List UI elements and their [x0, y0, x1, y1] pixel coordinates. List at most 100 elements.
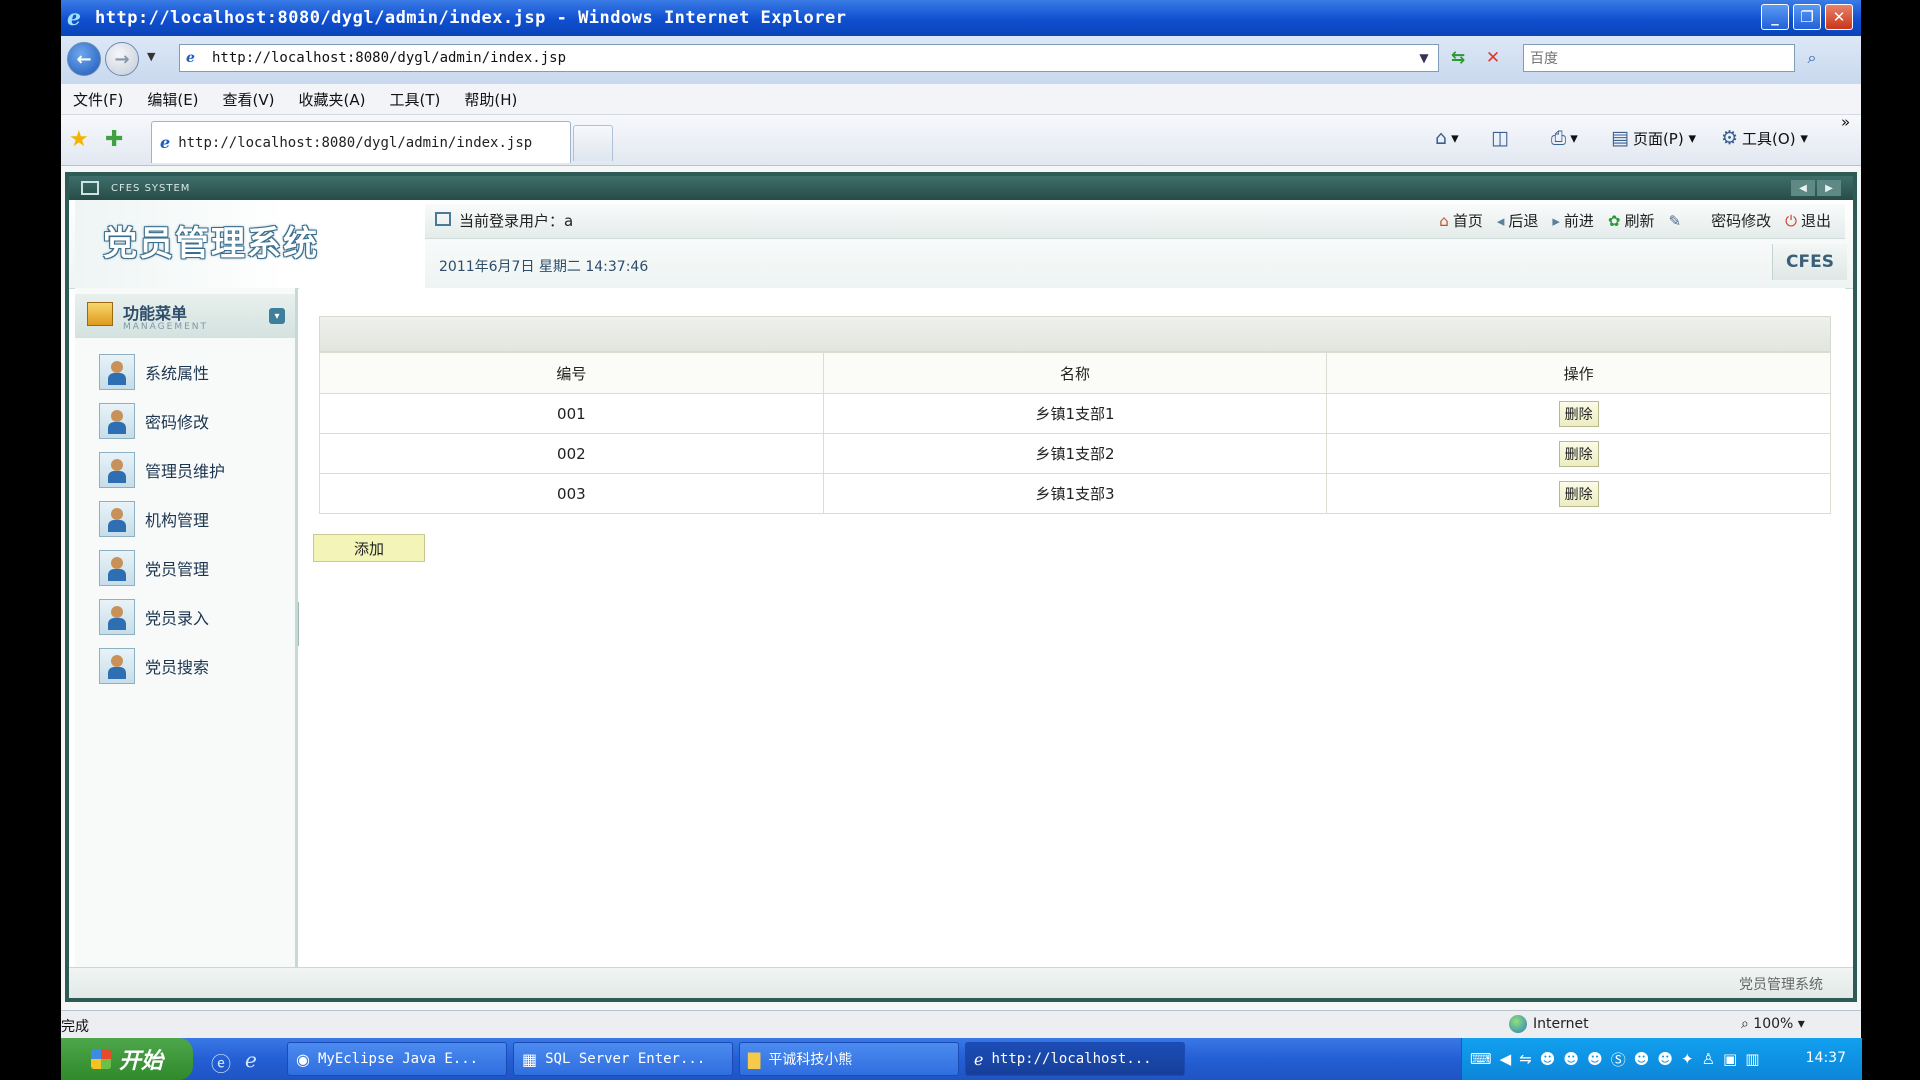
qq-icon[interactable]: ☻ [1540, 1050, 1556, 1068]
favorites-star-icon[interactable]: ★ [69, 127, 89, 152]
search-input[interactable] [1528, 46, 1772, 72]
qq-icon[interactable]: ☻ [1634, 1050, 1650, 1068]
menu-file[interactable]: 文件(F) [73, 89, 123, 110]
tray-user-icon[interactable]: ♙ [1702, 1050, 1715, 1068]
history-dropdown-icon[interactable]: ▼ [147, 50, 155, 63]
tab-bar: ★ ✚ e http://localhost:8080/dygl/admin/i… [61, 113, 1861, 166]
new-tab-button[interactable] [573, 125, 613, 161]
home-command[interactable]: ⌂ ▾ [1435, 127, 1459, 149]
zoom-control[interactable]: ⌕ 100% ▾ [1741, 1016, 1805, 1032]
sidebar-item-label: 管理员维护 [145, 462, 226, 481]
cell-action: 删除 [1326, 433, 1831, 474]
search-icon[interactable]: ⌕ [1799, 46, 1825, 70]
home-icon: ⌂ [1435, 127, 1448, 149]
input-method-icon[interactable]: Ⓢ [1611, 1049, 1626, 1070]
user-card-icon [99, 550, 135, 586]
sidebar-item-label: 密码修改 [145, 413, 210, 432]
app-header: 党员管理系统 当前登录用户：a ⌂ 首页 ◂ 后退 ▸ 前进 ✿ 刷新 ✎ 密码修改 ⏻ 退… [69, 200, 1853, 289]
tab-current[interactable]: e http://localhost:8080/dygl/admin/index… [151, 121, 571, 163]
app-frame: CFES SYSTEM ◀ ▶ 党员管理系统 当前登录用户：a ⌂ 首页 ◂ 后退 … [65, 172, 1857, 1002]
sidebar-item-organizations[interactable]: 机构管理 [99, 499, 209, 539]
url-dropdown-icon[interactable]: ▼ [1414, 48, 1434, 68]
add-favorite-icon[interactable]: ✚ [105, 127, 123, 152]
user-card-icon [99, 452, 135, 488]
menu-edit[interactable]: 编辑(E) [147, 89, 198, 110]
tab-page-icon: e [160, 133, 171, 152]
print-command[interactable]: ⎙ ▾ [1551, 127, 1578, 149]
sidebar-item-label: 机构管理 [145, 511, 210, 530]
tray-arrow-icon[interactable]: ◀ [1500, 1050, 1512, 1068]
main-content: 编号 名称 操作 001 乡镇1支部1 删除 002 乡镇1支部2 删除 003… [299, 288, 1845, 968]
menu-favorites[interactable]: 收藏夹(A) [299, 89, 366, 110]
qq-icon[interactable]: ☻ [1587, 1050, 1603, 1068]
system-label: CFES SYSTEM [111, 182, 191, 194]
tools-menu[interactable]: ⚙ 工具(O) ▾ [1721, 127, 1808, 149]
logout-icon: ⏻ [1785, 211, 1797, 230]
security-zone[interactable]: Internet [1509, 1015, 1589, 1033]
footer-label: 党员管理系统 [1739, 977, 1823, 993]
back-link[interactable]: ◂ 后退 [1497, 210, 1539, 231]
task-folder[interactable]: ▇ 平诚科技小熊 [739, 1042, 959, 1076]
start-button[interactable]: 开始 [61, 1038, 193, 1080]
arrow-right-icon[interactable]: ▶ [1817, 180, 1841, 196]
cell-id: 001 [319, 393, 824, 434]
delete-button[interactable]: 删除 [1558, 400, 1599, 427]
feeds-command[interactable]: ◫ [1491, 127, 1513, 149]
sidebar-item-system-properties[interactable]: 系统属性 [99, 352, 209, 392]
windows-flag-icon [90, 1049, 111, 1069]
edit-icon: ✎ [1668, 211, 1682, 230]
home-link[interactable]: ⌂ 首页 [1439, 210, 1483, 231]
forward-link[interactable]: ▸ 前进 [1552, 210, 1594, 231]
qq-icon[interactable]: ☻ [1657, 1050, 1673, 1068]
sidebar-item-member-entry[interactable]: 党员录入 [99, 597, 209, 637]
sidebar-item-password[interactable]: 密码修改 [99, 401, 209, 441]
tray-window-icon[interactable]: ▣ [1723, 1050, 1737, 1068]
delete-button[interactable]: 删除 [1558, 440, 1599, 467]
cfes-badge: CFES [1772, 244, 1847, 280]
menu-help[interactable]: 帮助(H) [464, 89, 517, 110]
taskbar: 开始 ⓔ ℯ ◉ MyEclipse Java E... ▦ SQL Server … [61, 1038, 1862, 1080]
tray-app-icon[interactable]: ✦ [1681, 1050, 1694, 1068]
password-link[interactable]: ✎ 密码修改 [1669, 210, 1772, 231]
quicklaunch-browser-icon[interactable]: ℯ [245, 1048, 257, 1072]
back-button[interactable]: ← [67, 42, 101, 76]
add-button[interactable]: 添加 [313, 534, 425, 562]
refresh-icon[interactable]: ⇆ [1444, 44, 1472, 72]
task-ie[interactable]: ℯ http://localhost... [965, 1042, 1185, 1076]
arrow-left-icon[interactable]: ◀ [1791, 180, 1815, 196]
quicklaunch-ie-icon[interactable]: ⓔ [211, 1048, 231, 1077]
menu-tools[interactable]: 工具(T) [389, 89, 440, 110]
qq-icon[interactable]: ☻ [1563, 1050, 1579, 1068]
refresh-link[interactable]: ✿ 刷新 [1608, 210, 1655, 231]
sidebar-item-member-search[interactable]: 党员搜索 [99, 646, 209, 686]
close-button[interactable]: ✕ [1825, 4, 1853, 30]
delete-button[interactable]: 删除 [1558, 480, 1599, 507]
sidebar-item-admins[interactable]: 管理员维护 [99, 450, 225, 490]
task-sqlserver[interactable]: ▦ SQL Server Enter... [513, 1042, 733, 1076]
page-menu[interactable]: ▤ 页面(P) ▾ [1611, 127, 1696, 149]
network-icon[interactable]: ⇋ [1519, 1050, 1532, 1068]
minimize-button[interactable]: _ [1761, 4, 1789, 30]
house-icon: ⌂ [1439, 211, 1449, 230]
task-myeclipse[interactable]: ◉ MyEclipse Java E... [287, 1042, 507, 1076]
current-datetime: 2011年6月7日 星期二 14:37:46 [439, 259, 649, 275]
search-field[interactable] [1523, 44, 1795, 72]
url-field[interactable]: e http://localhost:8080/dygl/admin/index… [179, 44, 1439, 72]
tray-clipboard-icon[interactable]: ▥ [1745, 1050, 1759, 1068]
sidebar-item-label: 党员管理 [145, 560, 210, 579]
user-icon [435, 212, 451, 226]
logout-link[interactable]: ⏻ 退出 [1785, 210, 1831, 231]
sidebar-item-members[interactable]: 党员管理 [99, 548, 209, 588]
user-card-icon [99, 501, 135, 537]
keyboard-icon[interactable]: ⌨ [1470, 1050, 1492, 1068]
task-label: MyEclipse Java E... [317, 1051, 479, 1067]
more-commands-icon[interactable]: » [1841, 113, 1850, 131]
cell-action: 删除 [1326, 473, 1831, 514]
restore-button[interactable]: ❐ [1793, 4, 1821, 30]
stop-icon[interactable]: ✕ [1479, 44, 1507, 72]
menu-view[interactable]: 查看(V) [223, 89, 275, 110]
forward-button[interactable]: → [105, 42, 139, 76]
title-bar: e http://localhost:8080/dygl/admin/index… [61, 0, 1861, 36]
collapse-icon[interactable]: ▾ [269, 308, 285, 324]
sidebar-item-label: 党员录入 [145, 609, 210, 628]
